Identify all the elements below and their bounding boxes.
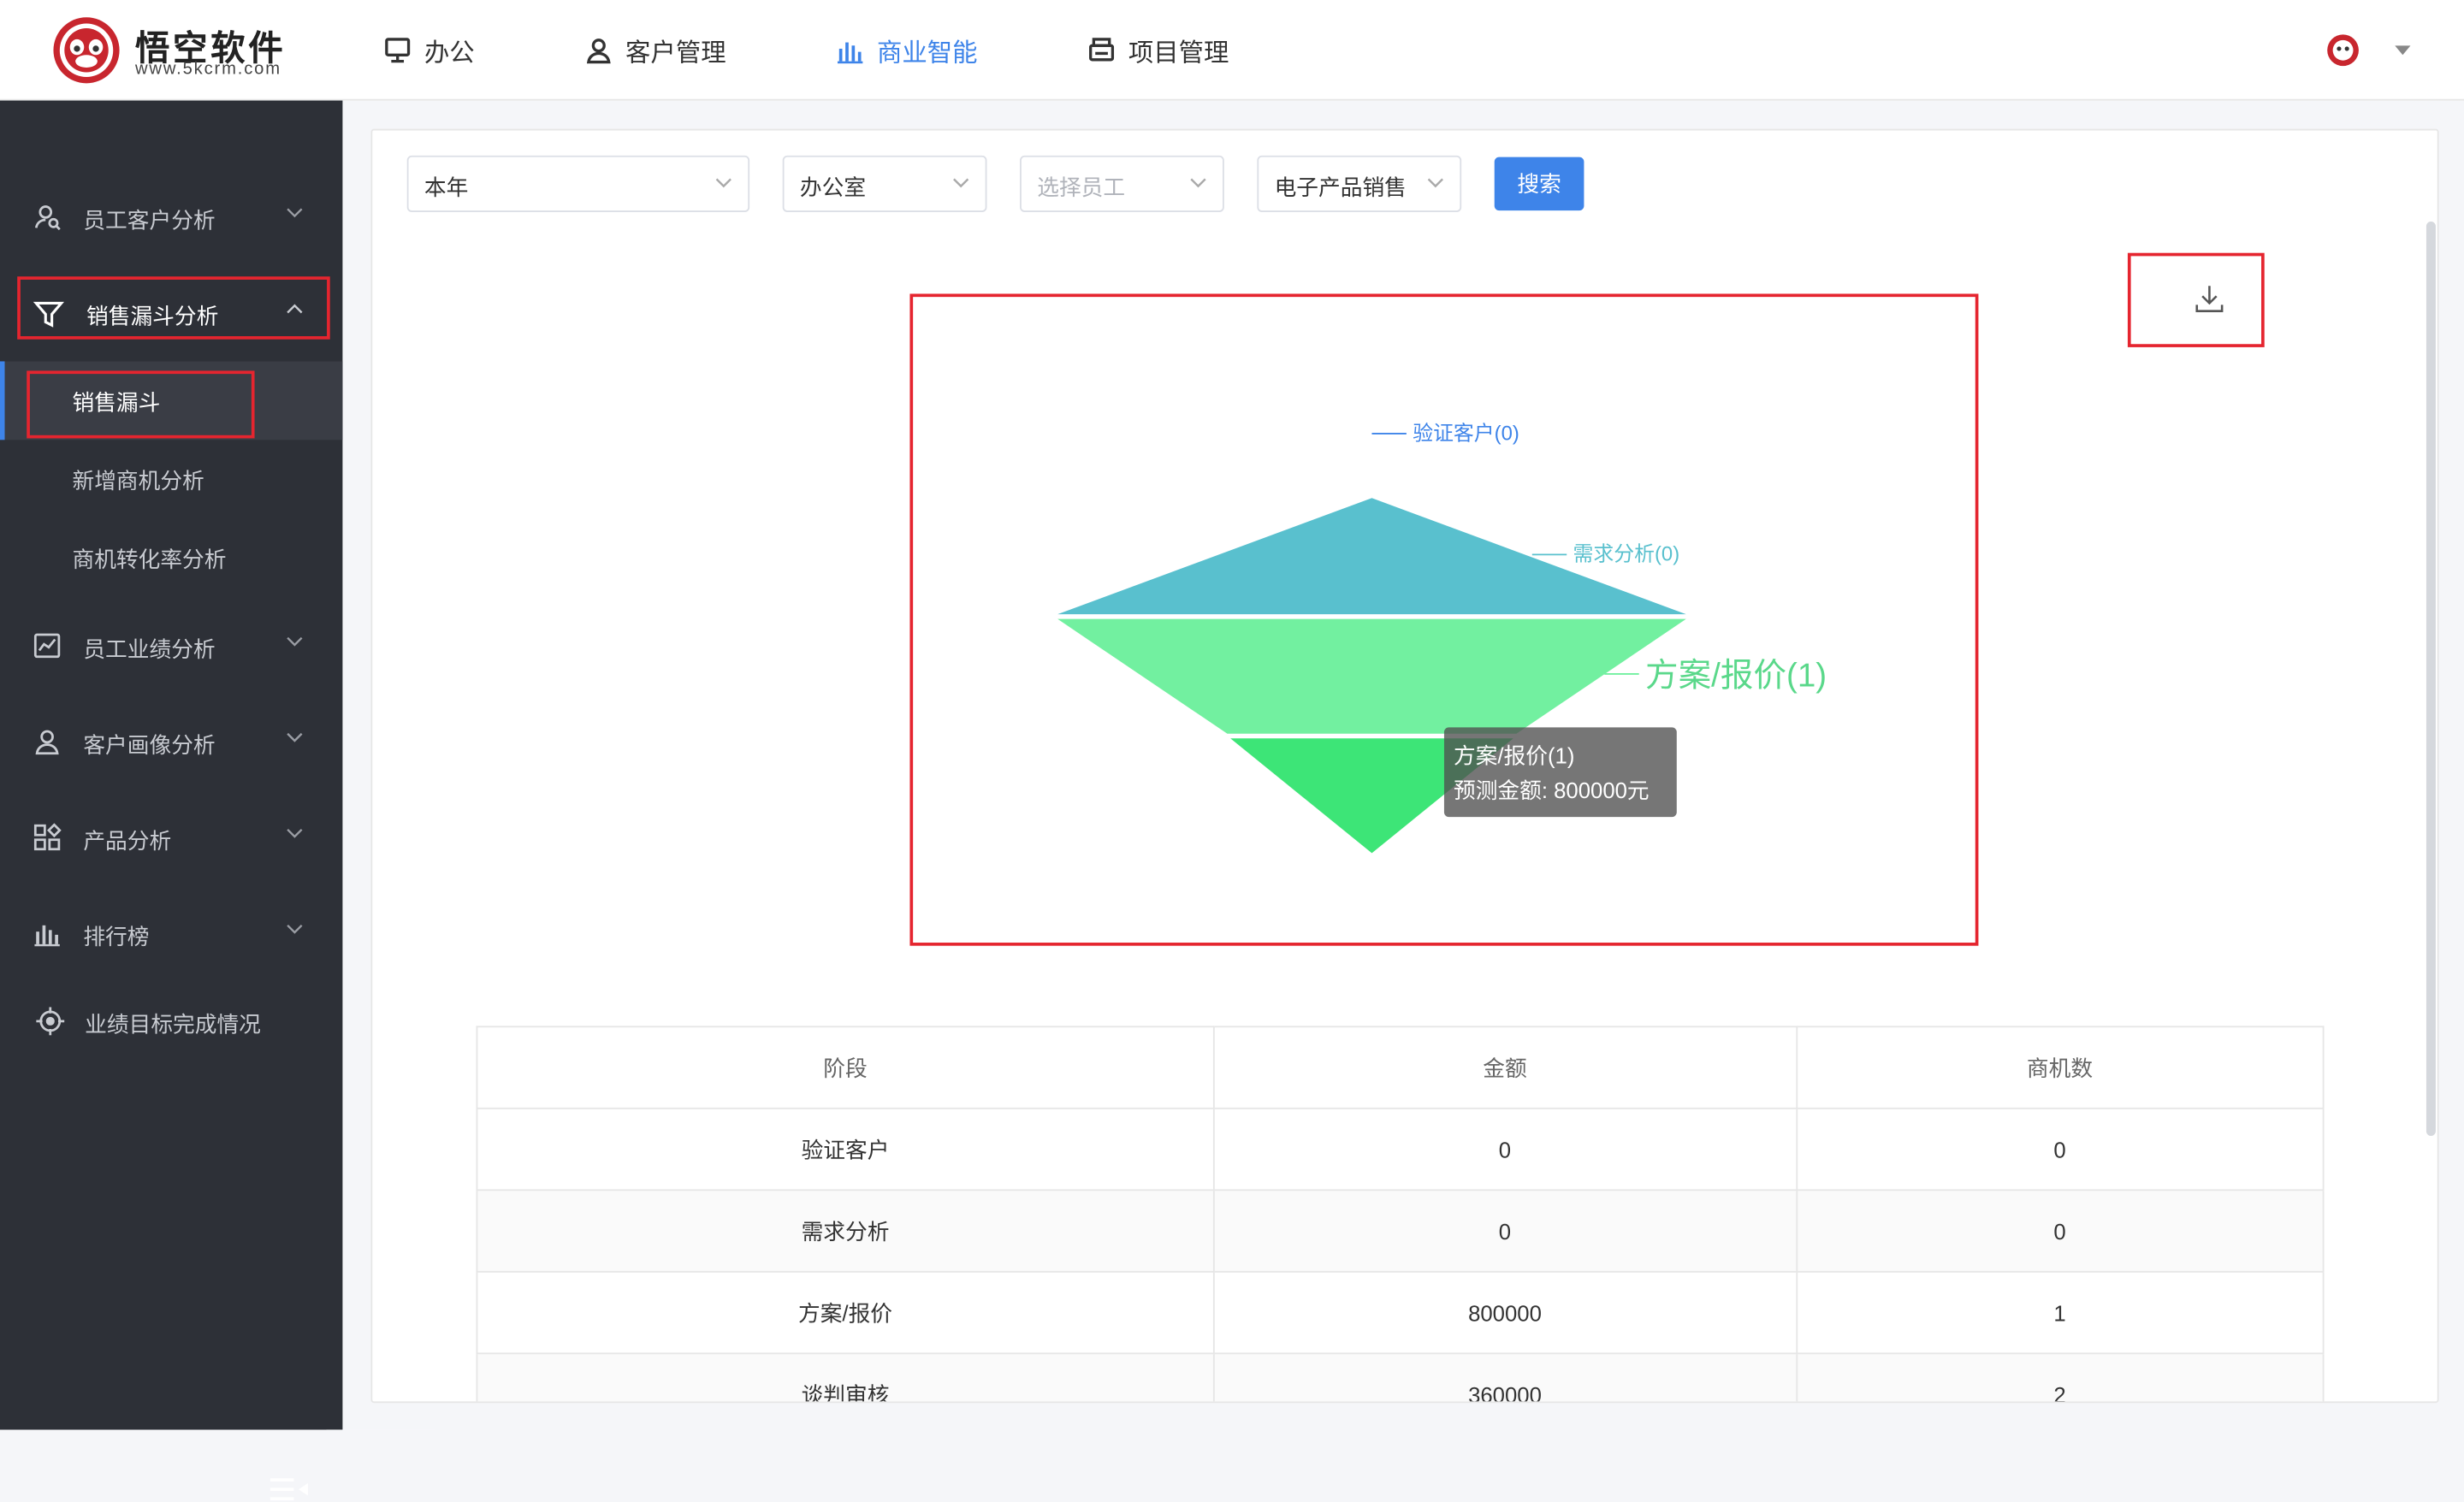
nav-bi[interactable]: 商业智能 bbox=[814, 0, 999, 101]
table-cell: 800000 bbox=[1212, 1270, 1798, 1355]
sidebar-sub-label: 销售漏斗 bbox=[72, 389, 161, 415]
sidebar-sub-label: 商机转化率分析 bbox=[72, 547, 227, 572]
performance-chart-icon bbox=[33, 633, 61, 659]
sidebar-item-product-analysis[interactable]: 产品分析 bbox=[0, 806, 342, 868]
bar-chart-icon bbox=[838, 42, 863, 64]
sidebar-label: 产品分析 bbox=[83, 827, 172, 854]
sidebar-subitem-new-opportunity[interactable]: 新增商机分析 bbox=[0, 440, 342, 518]
table-cell: 0 bbox=[1795, 1189, 2325, 1273]
user-menu[interactable] bbox=[2325, 32, 2420, 69]
person-icon bbox=[586, 38, 611, 64]
chevron-down-icon bbox=[287, 828, 303, 838]
sidebar-item-goal-completion[interactable]: 业绩目标完成情况 bbox=[0, 990, 342, 1052]
sidebar-label: 员工业绩分析 bbox=[83, 636, 216, 662]
user-portrait-icon bbox=[35, 730, 59, 755]
brand-url: www.5kcrm.com bbox=[134, 59, 281, 79]
table-header-count: 商机数 bbox=[1795, 1026, 2325, 1109]
scrollbar-thumb[interactable] bbox=[2426, 221, 2436, 1136]
sidebar-label: 销售漏斗分析 bbox=[86, 303, 219, 328]
sidebar-label: 排行榜 bbox=[83, 923, 150, 949]
funnel-label-stage-2: 需求分析(0) bbox=[1573, 543, 1680, 566]
table-header-row: 阶段 金额 商机数 bbox=[476, 1026, 2325, 1109]
sidebar-label: 客户画像分析 bbox=[83, 731, 216, 758]
tooltip-amount: 预测金额: 800000元 bbox=[1453, 778, 1650, 803]
nav-customer[interactable]: 客户管理 bbox=[563, 0, 749, 101]
funnel-segment-stage-3[interactable] bbox=[1057, 618, 1686, 734]
customer-analysis-icon bbox=[34, 205, 61, 231]
ranking-bars-icon bbox=[34, 925, 60, 947]
nav-project[interactable]: 项目管理 bbox=[1065, 0, 1251, 101]
table-cell: 验证客户 bbox=[476, 1107, 1215, 1192]
caret-down-icon bbox=[2395, 45, 2411, 56]
nav-label: 办公 bbox=[424, 40, 475, 68]
chevron-down-icon bbox=[287, 636, 303, 647]
table-cell: 谈判审核 bbox=[476, 1352, 1215, 1402]
table-cell: 需求分析 bbox=[476, 1189, 1215, 1273]
table-row: 验证客户 0 0 bbox=[476, 1107, 2325, 1192]
funnel-label-stage-3: 方案/报价(1) bbox=[1645, 658, 1827, 695]
sidebar-subitem-conversion-rate[interactable]: 商机转化率分析 bbox=[0, 518, 342, 597]
chevron-up-icon bbox=[287, 304, 303, 314]
sidebar-item-employee-performance[interactable]: 员工业绩分析 bbox=[0, 614, 342, 677]
nav-label: 商业智能 bbox=[876, 40, 978, 68]
funnel-table: 阶段 金额 商机数 验证客户 0 0 需求分析 0 0 方案/报价 800000… bbox=[476, 1026, 2325, 1402]
table-header-stage: 阶段 bbox=[476, 1026, 1215, 1109]
tooltip-title: 方案/报价(1) bbox=[1453, 742, 1575, 769]
chevron-down-icon bbox=[287, 732, 303, 742]
grid-blocks-icon bbox=[33, 823, 62, 851]
sidebar-label: 业绩目标完成情况 bbox=[85, 1011, 261, 1038]
sidebar-item-sales-funnel-analysis[interactable]: 销售漏斗分析 bbox=[0, 281, 342, 344]
top-bar: 悟空软件 www.5kcrm.com 办公 客户管理 商业智能 项目管理 bbox=[0, 0, 2464, 101]
table-cell: 360000 bbox=[1212, 1352, 1798, 1402]
table-cell: 0 bbox=[1212, 1189, 1798, 1273]
brand-logo[interactable]: 悟空软件 www.5kcrm.com bbox=[50, 15, 317, 85]
sales-funnel-chart: 验证客户(0) 需求分析(0) 方案/报价(1) bbox=[1057, 422, 1827, 854]
table-cell: 0 bbox=[1212, 1107, 1798, 1192]
nav-label: 项目管理 bbox=[1128, 40, 1229, 68]
table-cell: 0 bbox=[1795, 1107, 2325, 1192]
monkey-logo-icon bbox=[53, 17, 120, 84]
funnel-label-stage-1: 验证客户(0) bbox=[1413, 422, 1519, 445]
table-row: 需求分析 0 0 bbox=[476, 1189, 2325, 1273]
nav-office[interactable]: 办公 bbox=[361, 0, 496, 101]
sidebar-subitem-sales-funnel[interactable]: 销售漏斗 bbox=[0, 361, 343, 441]
chevron-down-icon bbox=[287, 924, 303, 934]
avatar bbox=[2327, 34, 2359, 67]
table-cell: 方案/报价 bbox=[476, 1270, 1215, 1355]
sidebar-label: 员工客户分析 bbox=[83, 207, 216, 233]
table-header-amount: 金额 bbox=[1212, 1026, 1798, 1109]
table-row: 谈判审核 360000 2 bbox=[476, 1352, 2325, 1402]
sidebar-item-employee-customer[interactable]: 员工客户分析 bbox=[0, 186, 342, 248]
monitor-icon bbox=[385, 38, 411, 63]
table-cell: 1 bbox=[1795, 1270, 2325, 1355]
content-card: 本年 办公室 选择员工 电子产品销售 搜索 验证客户(0) 需求分析(0) 方案… bbox=[370, 128, 2439, 1404]
nav-label: 客户管理 bbox=[625, 40, 726, 68]
main-nav: 办公 客户管理 商业智能 项目管理 bbox=[361, 0, 1317, 101]
filter-funnel-icon bbox=[33, 301, 65, 328]
printer-icon bbox=[1089, 38, 1115, 62]
target-icon bbox=[36, 1007, 65, 1036]
table-cell: 2 bbox=[1795, 1352, 2325, 1402]
chevron-down-icon bbox=[287, 208, 303, 218]
table-row: 方案/报价 800000 1 bbox=[476, 1270, 2325, 1355]
sidebar-sub-label: 新增商机分析 bbox=[72, 468, 204, 494]
sidebar-item-customer-portrait[interactable]: 客户画像分析 bbox=[0, 710, 342, 772]
collapse-menu-icon[interactable] bbox=[270, 1477, 308, 1502]
sidebar-item-ranking[interactable]: 排行榜 bbox=[0, 902, 342, 964]
sidebar: 员工客户分析 销售漏斗分析 销售漏斗 新增商机分析 商机转化率分析 员工业绩分析… bbox=[0, 100, 343, 1501]
funnel-tooltip: 方案/报价(1) 预测金额: 800000元 bbox=[1443, 727, 1677, 818]
